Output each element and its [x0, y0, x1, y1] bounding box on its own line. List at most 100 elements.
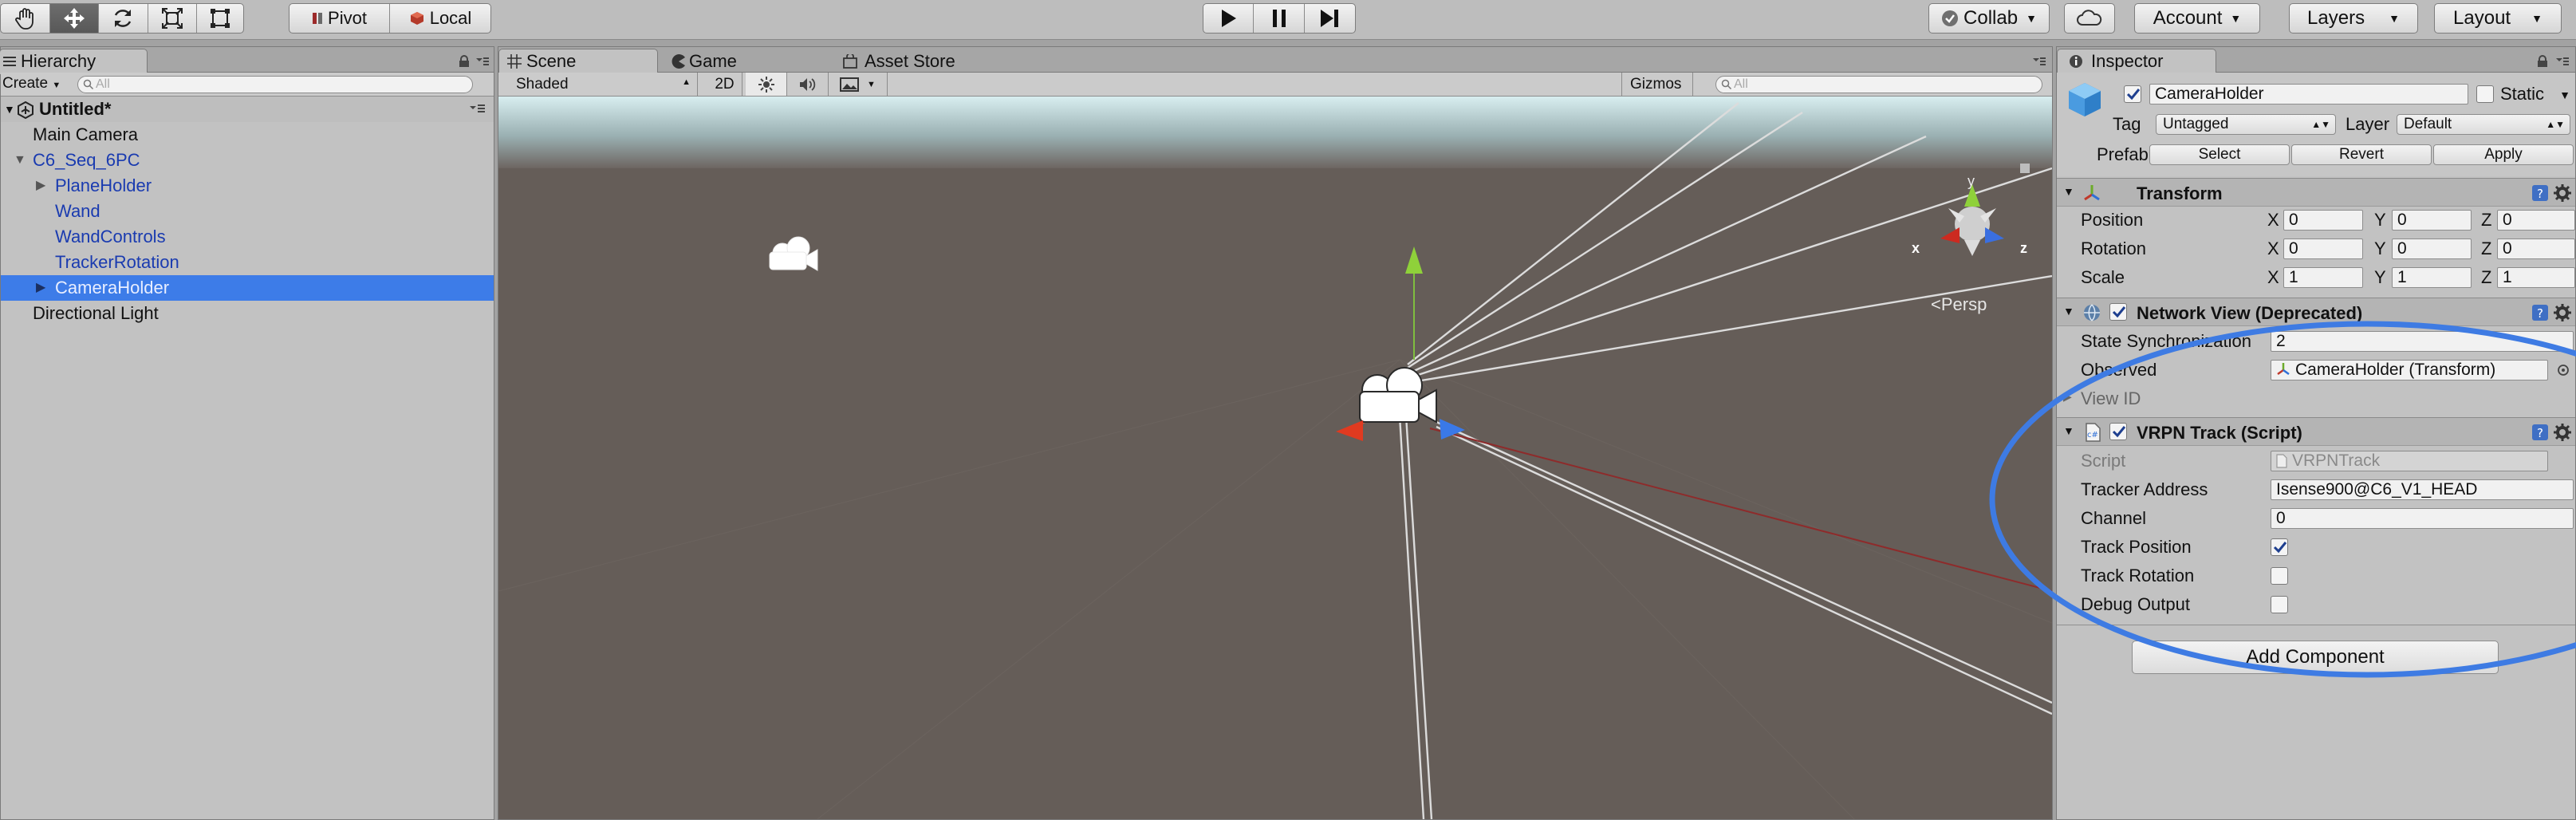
- debug-output-checkbox[interactable]: [2271, 596, 2288, 613]
- pause-button[interactable]: [1254, 4, 1305, 33]
- chevron-down-icon[interactable]: ▼: [2063, 185, 2074, 198]
- game-tab-label: Game: [689, 51, 737, 71]
- hierarchy-item-wand[interactable]: Wand: [1, 199, 494, 224]
- chevron-down-icon[interactable]: ▼: [14, 148, 26, 173]
- effects-dropdown[interactable]: ▼: [829, 73, 888, 96]
- gear-icon[interactable]: [2553, 183, 2572, 203]
- persp-toggle[interactable]: <Persp: [1931, 294, 1987, 315]
- tracker-address-input[interactable]: Isense900@C6_V1_HEAD: [2271, 479, 2574, 500]
- object-name-input[interactable]: CameraHolder: [2149, 84, 2468, 104]
- panel-menu-icon[interactable]: [2033, 57, 2046, 66]
- cloud-button[interactable]: [2064, 3, 2115, 34]
- help-book-icon[interactable]: ?: [2531, 423, 2550, 442]
- layout-dropdown[interactable]: Layout ▼: [2434, 3, 2562, 34]
- rotation-z-input[interactable]: 0: [2497, 239, 2575, 259]
- channel-input[interactable]: 0: [2271, 508, 2574, 529]
- network-view-enabled-checkbox[interactable]: [2109, 303, 2127, 321]
- transform-header[interactable]: ▼ Transform ?: [2057, 178, 2575, 207]
- shading-mode-dropdown[interactable]: Shaded ▲: [498, 73, 698, 96]
- chevron-right-icon[interactable]: ▶: [2063, 390, 2072, 404]
- observed-object-field[interactable]: CameraHolder (Transform): [2271, 360, 2548, 380]
- rotate-tool-button[interactable]: [99, 4, 148, 33]
- lighting-toggle-button[interactable]: [746, 73, 787, 96]
- gizmos-dropdown[interactable]: Gizmos ▼: [1621, 73, 1693, 114]
- hierarchy-item-directional-light[interactable]: Directional Light: [1, 301, 494, 326]
- hierarchy-item-wandcontrols[interactable]: WandControls: [1, 224, 494, 250]
- tab-hierarchy[interactable]: Hierarchy: [0, 49, 148, 74]
- vrpn-track-header[interactable]: ▼ c# VRPN Track (Script) ?: [2057, 417, 2575, 446]
- scene-row[interactable]: ▼ Untitled*: [1, 97, 494, 122]
- scale-z-input[interactable]: 1: [2497, 267, 2575, 288]
- hierarchy-item-planeholder[interactable]: ▶ PlaneHolder: [1, 173, 494, 199]
- rotation-y-value: 0: [2397, 239, 2407, 258]
- prefab-apply-button[interactable]: Apply: [2433, 144, 2574, 165]
- play-button[interactable]: [1203, 4, 1255, 33]
- position-y-input[interactable]: 0: [2392, 210, 2472, 231]
- account-dropdown[interactable]: Account ▼: [2134, 3, 2260, 34]
- scale-x-input[interactable]: 1: [2283, 267, 2363, 288]
- chevron-down-icon[interactable]: ▼: [2063, 305, 2074, 317]
- scale-tool-button[interactable]: [148, 4, 198, 33]
- hierarchy-item-c6-seq-6pc[interactable]: ▼ C6_Seq_6PC: [1, 148, 494, 173]
- panel-menu-icon[interactable]: [476, 57, 489, 66]
- chevron-down-icon[interactable]: ▼: [2559, 89, 2570, 101]
- 2d-toggle-button[interactable]: 2D: [707, 73, 742, 96]
- track-rotation-checkbox[interactable]: [2271, 567, 2288, 585]
- chevron-down-icon[interactable]: ▼: [2063, 424, 2074, 437]
- position-z-input[interactable]: 0: [2497, 210, 2575, 231]
- step-button[interactable]: [1305, 4, 1355, 33]
- scene-viewport[interactable]: y x z <Persp: [498, 97, 2052, 819]
- panel-menu-icon[interactable]: [2556, 57, 2569, 66]
- hand-tool-button[interactable]: [1, 4, 50, 33]
- help-book-icon[interactable]: ?: [2531, 183, 2550, 203]
- script-object-field: VRPNTrack: [2271, 451, 2548, 471]
- prefab-revert-button[interactable]: Revert: [2291, 144, 2432, 165]
- position-x-input[interactable]: 0: [2283, 210, 2363, 231]
- state-sync-input[interactable]: 2: [2271, 331, 2574, 352]
- gear-icon[interactable]: [2553, 423, 2572, 442]
- hierarchy-item-trackerrotation[interactable]: TrackerRotation: [1, 250, 494, 275]
- layers-dropdown[interactable]: Layers ▼: [2289, 3, 2418, 34]
- tab-scene[interactable]: Scene: [498, 49, 658, 74]
- tab-inspector[interactable]: Inspector: [2057, 49, 2216, 74]
- chevron-right-icon[interactable]: ▶: [36, 173, 45, 199]
- hierarchy-item-cameraholder[interactable]: ▶ CameraHolder: [1, 275, 494, 301]
- lock-icon[interactable]: [2537, 55, 2548, 68]
- help-book-icon[interactable]: ?: [2531, 303, 2550, 322]
- audio-toggle-button[interactable]: [787, 73, 829, 96]
- rotation-x-input[interactable]: 0: [2283, 239, 2363, 259]
- create-dropdown[interactable]: Create ▼: [2, 75, 61, 93]
- object-picker-icon[interactable]: [2556, 363, 2570, 377]
- active-checkbox[interactable]: [2124, 85, 2141, 103]
- static-checkbox[interactable]: [2476, 85, 2494, 103]
- move-tool-button[interactable]: [49, 4, 100, 33]
- vrpn-track-enabled-checkbox[interactable]: [2109, 423, 2127, 440]
- image-icon: [840, 77, 860, 93]
- add-component-button[interactable]: Add Component: [2132, 641, 2499, 674]
- local-button[interactable]: Local: [390, 4, 490, 33]
- tag-label: Tag: [2113, 114, 2141, 134]
- network-view-header[interactable]: ▼ Network View (Deprecated) ?: [2057, 298, 2575, 326]
- scene-search-input[interactable]: All: [1715, 76, 2042, 93]
- hierarchy-item-main-camera[interactable]: Main Camera: [1, 122, 494, 148]
- move-arrows-icon: [62, 6, 86, 30]
- track-position-checkbox[interactable]: [2271, 538, 2288, 556]
- collab-dropdown[interactable]: Collab ▼: [1928, 3, 2050, 34]
- scene-menu-icon[interactable]: [470, 97, 486, 120]
- layer-dropdown[interactable]: Default ▲▼: [2397, 114, 2570, 135]
- lock-icon[interactable]: [459, 55, 470, 68]
- pivot-button[interactable]: Pivot: [290, 4, 390, 33]
- script-file-icon: c#: [2084, 423, 2101, 442]
- gear-icon[interactable]: [2553, 303, 2572, 322]
- tab-asset-store[interactable]: Asset Store: [825, 49, 1025, 74]
- scale-y-input[interactable]: 1: [2392, 267, 2472, 288]
- prefab-select-button[interactable]: Select: [2149, 144, 2290, 165]
- chevron-right-icon[interactable]: ▶: [36, 275, 45, 301]
- tab-game[interactable]: Game: [663, 49, 822, 74]
- rect-tool-button[interactable]: [197, 4, 243, 33]
- tag-dropdown[interactable]: Untagged ▲▼: [2156, 114, 2336, 135]
- svg-text:c#: c#: [2087, 431, 2098, 440]
- rotation-y-input[interactable]: 0: [2392, 239, 2472, 259]
- axis-x-label: x: [1912, 240, 1920, 256]
- hierarchy-search-input[interactable]: All: [77, 76, 473, 93]
